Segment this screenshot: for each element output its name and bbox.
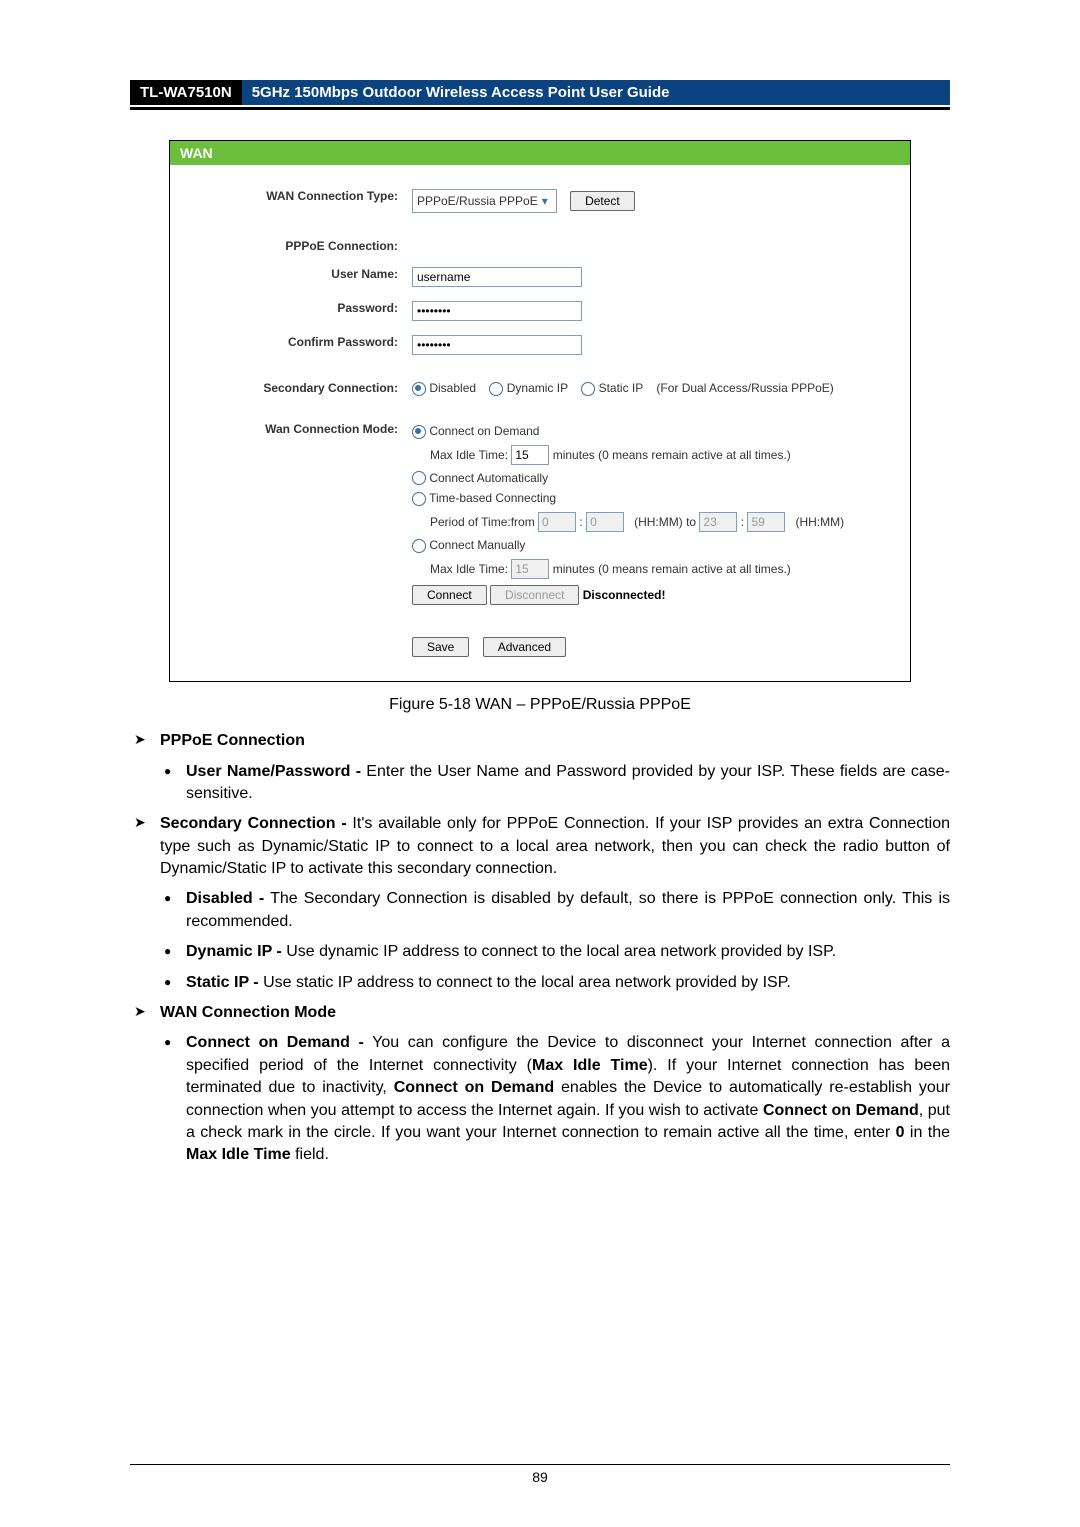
disabled-text: The Secondary Connection is disabled by …	[186, 890, 950, 929]
demand-b2: Connect on Demand	[394, 1079, 554, 1096]
document-header: TL-WA7510N 5GHz 150Mbps Outdoor Wireless…	[130, 80, 950, 110]
disconnect-button[interactable]: Disconnect	[490, 585, 579, 605]
disabled-bold: Disabled -	[186, 890, 264, 907]
mode-time-label: Time-based Connecting	[429, 491, 556, 505]
password-label: Password:	[188, 295, 406, 327]
secondary-static-label: Static IP	[599, 381, 643, 395]
demand-bold: Connect on Demand -	[186, 1034, 364, 1051]
max-idle-input-1[interactable]	[511, 445, 549, 465]
confirm-password-label: Confirm Password:	[188, 329, 406, 361]
secondary-disabled-radio[interactable]	[412, 382, 426, 396]
secondary-dynamic-radio[interactable]	[489, 382, 503, 396]
mode-manual-radio[interactable]	[412, 539, 426, 553]
period-to-mm[interactable]	[747, 512, 785, 532]
mode-demand-label: Connect on Demand	[429, 424, 539, 438]
secondary-suffix: (For Dual Access/Russia PPPoE)	[656, 381, 833, 395]
mode-auto-label: Connect Automatically	[429, 471, 548, 485]
mode-manual-label: Connect Manually	[429, 538, 525, 552]
period-to-hh[interactable]	[699, 512, 737, 532]
dynamic-bold: Dynamic IP -	[186, 943, 282, 960]
advanced-button[interactable]: Advanced	[483, 637, 566, 657]
detect-button[interactable]: Detect	[570, 191, 635, 211]
static-text: Use static IP address to connect to the …	[259, 974, 791, 991]
period-label: Period of Time:from	[430, 515, 535, 529]
save-button[interactable]: Save	[412, 637, 469, 657]
dynamic-text: Use dynamic IP address to connect to the…	[282, 943, 836, 960]
demand-p5: in the	[905, 1124, 950, 1141]
secondary-dynamic-label: Dynamic IP	[507, 381, 568, 395]
wan-connection-type-select[interactable]: PPPoE/Russia PPPoE ▾	[412, 189, 557, 213]
body-text: PPPoE Connection User Name/Password - En…	[130, 730, 950, 1167]
connection-status: Disconnected!	[583, 588, 666, 602]
secondary-connection-label: Secondary Connection:	[188, 363, 406, 402]
static-bold: Static IP -	[186, 974, 259, 991]
secondary-static-radio[interactable]	[581, 382, 595, 396]
pppoe-connection-heading: PPPoE Connection	[160, 732, 305, 749]
panel-title: WAN	[170, 141, 910, 165]
select-value: PPPoE/Russia PPPoE	[417, 194, 538, 208]
mode-demand-radio[interactable]	[412, 425, 426, 439]
user-pw-bold: User Name/Password -	[186, 763, 361, 780]
connect-button[interactable]: Connect	[412, 585, 487, 605]
demand-b5: Max Idle Time	[186, 1146, 291, 1163]
secondary-bold: Secondary Connection -	[160, 815, 347, 832]
user-name-input[interactable]	[412, 267, 582, 287]
secondary-disabled-label: Disabled	[429, 381, 476, 395]
model-label: TL-WA7510N	[130, 80, 242, 105]
demand-b1: Max Idle Time	[532, 1057, 648, 1074]
pppoe-connection-label: PPPoE Connection:	[188, 221, 406, 259]
document-title: 5GHz 150Mbps Outdoor Wireless Access Poi…	[242, 80, 950, 105]
mode-auto-radio[interactable]	[412, 471, 426, 485]
max-idle-input-2[interactable]	[511, 559, 549, 579]
chevron-down-icon: ▾	[538, 194, 552, 208]
demand-b3: Connect on Demand	[763, 1102, 919, 1119]
max-idle-suffix-2: minutes (0 means remain active at all ti…	[553, 562, 791, 576]
period-from-mm[interactable]	[586, 512, 624, 532]
demand-p6: field.	[291, 1146, 329, 1163]
page-number: 89	[130, 1464, 950, 1485]
confirm-password-input[interactable]	[412, 335, 582, 355]
wan-connection-mode-label: Wan Connection Mode:	[188, 404, 406, 617]
max-idle-label-1: Max Idle Time:	[430, 448, 508, 462]
max-idle-label-2: Max Idle Time:	[430, 562, 508, 576]
wan-connection-type-label: WAN Connection Type:	[188, 183, 406, 219]
max-idle-suffix-1: minutes (0 means remain active at all ti…	[553, 448, 791, 462]
period-mid: (HH:MM) to	[634, 515, 696, 529]
user-name-label: User Name:	[188, 261, 406, 293]
period-end: (HH:MM)	[795, 515, 844, 529]
figure-caption: Figure 5-18 WAN – PPPoE/Russia PPPoE	[130, 696, 950, 714]
page: TL-WA7510N 5GHz 150Mbps Outdoor Wireless…	[0, 0, 1080, 1527]
wan-mode-heading: WAN Connection Mode	[160, 1004, 336, 1021]
password-input[interactable]	[412, 301, 582, 321]
period-from-hh[interactable]	[538, 512, 576, 532]
mode-time-radio[interactable]	[412, 492, 426, 506]
demand-b4: 0	[896, 1124, 905, 1141]
figure-wan-panel: WAN WAN Connection Type: PPPoE/Russia PP…	[130, 140, 950, 682]
